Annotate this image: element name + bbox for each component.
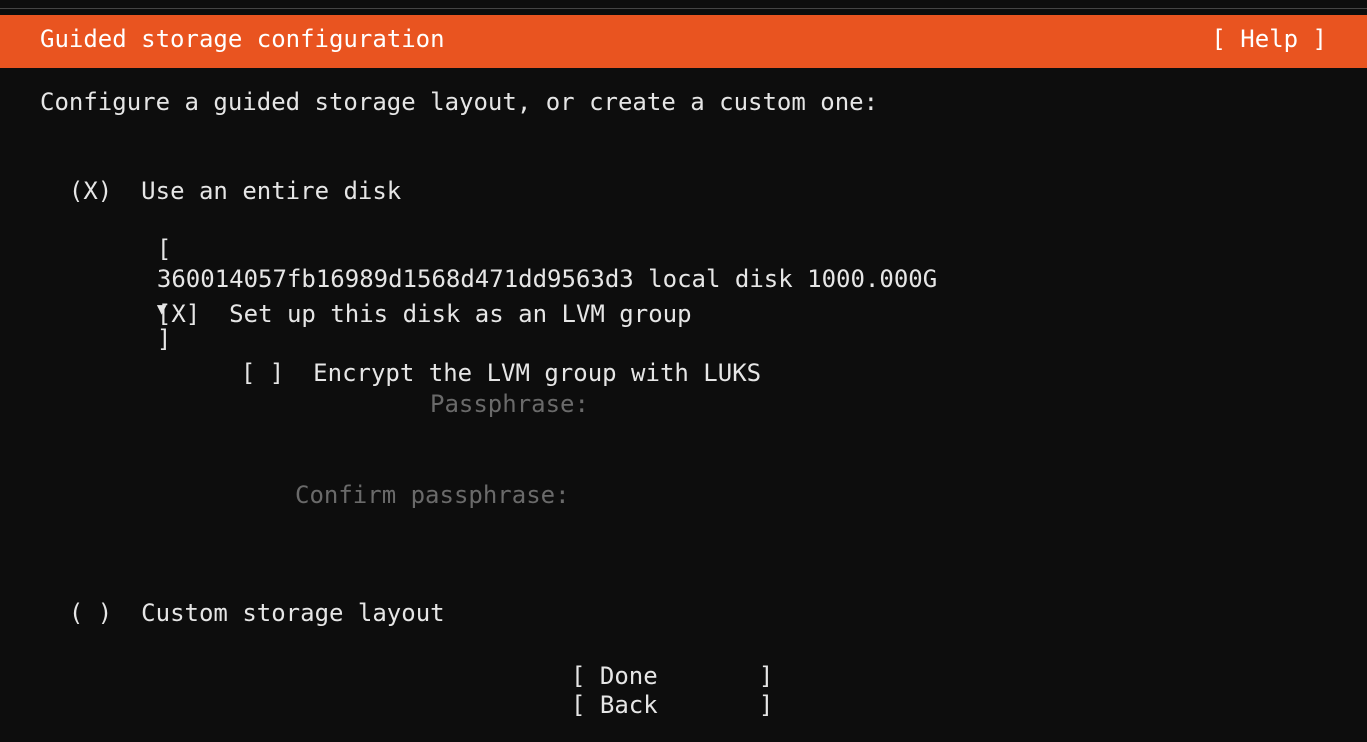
disk-select-open-bracket: [ bbox=[156, 235, 172, 263]
encrypt-checkbox[interactable]: [ ] bbox=[241, 359, 284, 387]
entire-disk-radio[interactable]: (X) bbox=[69, 177, 112, 205]
top-strip bbox=[0, 0, 1367, 9]
lvm-label: Set up this disk as an LVM group bbox=[229, 300, 692, 328]
disk-select-close-bracket: ] bbox=[156, 325, 172, 353]
custom-layout-option[interactable]: ( ) Custom storage layout bbox=[40, 568, 445, 628]
encrypt-label: Encrypt the LVM group with LUKS bbox=[313, 359, 762, 387]
done-button[interactable]: [ Done ] bbox=[571, 661, 773, 691]
custom-layout-label: Custom storage layout bbox=[141, 599, 445, 627]
header-bar: Guided storage configuration [ Help ] bbox=[0, 15, 1367, 68]
lvm-checkbox[interactable]: [X] bbox=[157, 300, 200, 328]
confirm-passphrase-label: Confirm passphrase: bbox=[295, 481, 570, 509]
intro-text: Configure a guided storage layout, or cr… bbox=[40, 88, 879, 116]
passphrase-label: Passphrase: bbox=[430, 390, 589, 418]
entire-disk-option[interactable]: (X) Use an entire disk bbox=[40, 146, 401, 206]
page-title: Guided storage configuration bbox=[40, 25, 445, 53]
help-button[interactable]: [ Help ] bbox=[1211, 25, 1327, 53]
back-button[interactable]: [ Back ] bbox=[571, 690, 773, 720]
lvm-option[interactable]: [X] Set up this disk as an LVM group bbox=[128, 269, 692, 329]
custom-layout-radio[interactable]: ( ) bbox=[69, 599, 112, 627]
encrypt-option[interactable]: [ ] Encrypt the LVM group with LUKS bbox=[212, 328, 761, 388]
entire-disk-label: Use an entire disk bbox=[141, 177, 402, 205]
